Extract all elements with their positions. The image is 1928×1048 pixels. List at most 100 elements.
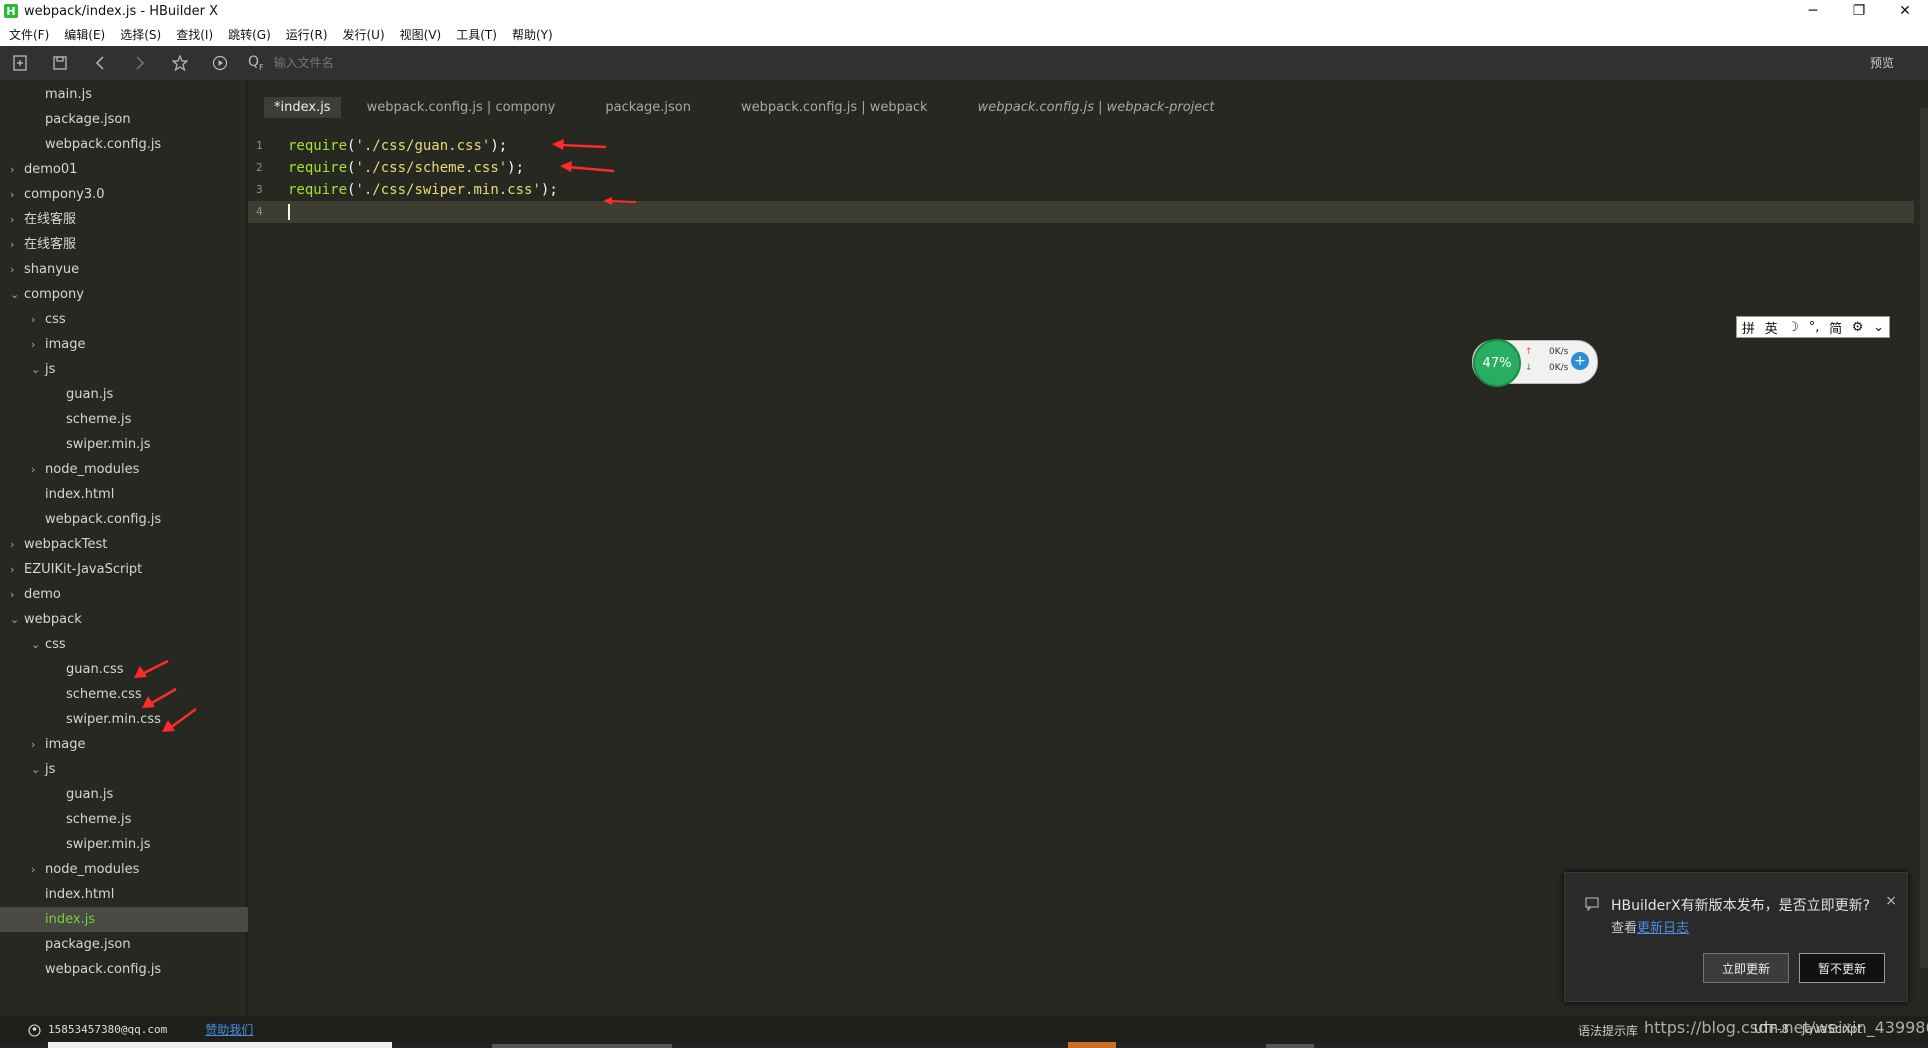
file-search-input[interactable] xyxy=(271,54,576,71)
tree-file[interactable]: scheme.js xyxy=(66,407,131,432)
chevron-down-icon[interactable]: ⌄ xyxy=(31,632,45,657)
tab-index-js[interactable]: *index.js xyxy=(264,96,341,118)
syntax-hint-library[interactable]: 语法提示库 xyxy=(1578,1022,1638,1039)
tree-folder[interactable]: › EZUIKit-JavaScript xyxy=(10,557,142,582)
ime-pinyin-icon[interactable]: 拼 xyxy=(1742,318,1755,337)
close-icon[interactable]: ✕ xyxy=(1882,0,1928,22)
tree-folder[interactable]: › compony3.0 xyxy=(10,182,105,207)
ime-more-icon[interactable]: ⌄ xyxy=(1873,320,1884,335)
star-icon[interactable] xyxy=(160,46,200,80)
menu-run[interactable]: 运行(R) xyxy=(286,26,328,43)
menu-tools[interactable]: 工具(T) xyxy=(456,26,497,43)
code-line-current[interactable]: 4 xyxy=(248,201,1914,223)
tree-file[interactable]: guan.js xyxy=(66,782,113,807)
tree-folder[interactable]: ⌄ webpack xyxy=(10,607,82,632)
tree-file[interactable]: webpack.config.js xyxy=(45,957,161,982)
chevron-right-icon[interactable]: › xyxy=(31,732,45,757)
tree-file[interactable]: main.js xyxy=(45,82,92,107)
chevron-down-icon[interactable]: ⌄ xyxy=(10,607,24,632)
tree-folder[interactable]: › demo01 xyxy=(10,157,77,182)
tree-folder[interactable]: › shanyue xyxy=(10,257,79,282)
close-icon[interactable]: × xyxy=(1885,893,1897,909)
chevron-right-icon[interactable]: › xyxy=(10,232,24,257)
menu-publish[interactable]: 发行(U) xyxy=(343,26,385,43)
tree-file[interactable]: swiper.min.js xyxy=(66,832,151,857)
chevron-right-icon[interactable]: › xyxy=(10,532,24,557)
tree-folder[interactable]: › 在线客服 xyxy=(10,232,76,257)
tree-folder[interactable]: › node_modules xyxy=(31,857,139,882)
tree-file[interactable]: scheme.js xyxy=(66,807,131,832)
tab-webpack-config-compony[interactable]: webpack.config.js | compony xyxy=(367,100,556,115)
code-line[interactable]: 1 require('./css/guan.css'); xyxy=(248,135,1914,157)
tab-webpack-config-webpack[interactable]: webpack.config.js | webpack xyxy=(741,100,928,115)
tab-webpack-config-webpack-project[interactable]: webpack.config.js | webpack-project xyxy=(978,100,1215,115)
code-line[interactable]: 2 require('./css/scheme.css'); xyxy=(248,157,1914,179)
tab-package-json[interactable]: package.json xyxy=(605,100,691,115)
tree-folder[interactable]: › image xyxy=(31,732,86,757)
tree-file[interactable]: swiper.min.js xyxy=(66,432,151,457)
restore-icon[interactable]: ❐ xyxy=(1836,0,1882,22)
chevron-right-icon[interactable]: › xyxy=(10,257,24,282)
tree-folder[interactable]: ⌄ compony xyxy=(10,282,84,307)
chevron-down-icon[interactable]: ⌄ xyxy=(31,757,45,782)
tree-file[interactable]: package.json xyxy=(45,107,131,132)
menu-find[interactable]: 查找(I) xyxy=(176,26,213,43)
menu-view[interactable]: 视图(V) xyxy=(400,26,442,43)
ime-simplified-toggle[interactable]: 简 xyxy=(1829,318,1842,337)
chevron-down-icon[interactable]: ⌄ xyxy=(31,357,45,382)
update-later-button[interactable]: 暂不更新 xyxy=(1799,953,1885,983)
chevron-right-icon[interactable]: › xyxy=(10,207,24,232)
menu-help[interactable]: 帮助(Y) xyxy=(512,26,553,43)
chevron-right-icon[interactable]: › xyxy=(31,307,45,332)
tree-folder[interactable]: › 在线客服 xyxy=(10,207,76,232)
chevron-right-icon[interactable]: › xyxy=(31,332,45,357)
chevron-right-icon[interactable]: › xyxy=(10,557,24,582)
network-speed-widget[interactable]: 47% ↑ ↓ 0K/s 0K/s + xyxy=(1472,339,1598,387)
donate-link[interactable]: 赞助我们 xyxy=(205,1021,253,1038)
tree-folder[interactable]: ⌄ css xyxy=(31,632,66,657)
code-line[interactable]: 3 require('./css/swiper.min.css'); xyxy=(248,179,1914,201)
tree-folder[interactable]: › node_modules xyxy=(31,457,139,482)
chevron-right-icon[interactable]: › xyxy=(10,157,24,182)
run-icon[interactable] xyxy=(200,46,240,80)
chevron-right-icon[interactable]: › xyxy=(10,182,24,207)
tree-file[interactable]: index.html xyxy=(45,482,114,507)
tree-folder[interactable]: ⌄ js xyxy=(31,357,55,382)
save-icon[interactable] xyxy=(40,46,80,80)
chevron-right-icon[interactable]: › xyxy=(31,457,45,482)
tree-file[interactable]: guan.js xyxy=(66,382,113,407)
update-now-button[interactable]: 立即更新 xyxy=(1703,953,1789,983)
ime-gear-icon[interactable]: ⚙ xyxy=(1852,320,1864,335)
editor-scrollbar[interactable] xyxy=(1920,108,1928,968)
menu-select[interactable]: 选择(S) xyxy=(120,26,161,43)
chevron-right-icon[interactable]: › xyxy=(10,582,24,607)
chevron-right-icon[interactable]: › xyxy=(31,857,45,882)
tree-folder[interactable]: ⌄ js xyxy=(31,757,55,782)
back-icon[interactable] xyxy=(80,46,120,80)
tree-file[interactable]: scheme.css xyxy=(66,682,142,707)
chevron-down-icon[interactable]: ⌄ xyxy=(10,282,24,307)
menu-goto[interactable]: 跳转(G) xyxy=(228,26,271,43)
tree-file[interactable]: index.html xyxy=(45,882,114,907)
minimize-icon[interactable]: ─ xyxy=(1790,0,1836,22)
tree-folder[interactable]: › image xyxy=(31,332,86,357)
tree-file[interactable]: package.json xyxy=(45,932,131,957)
ime-moon-icon[interactable]: ☽ xyxy=(1787,320,1799,335)
menu-file[interactable]: 文件(F) xyxy=(9,26,49,43)
preview-button[interactable]: 预览 xyxy=(1870,54,1894,71)
accelerate-plus-icon[interactable]: + xyxy=(1571,352,1589,370)
tree-folder[interactable]: › webpackTest xyxy=(10,532,107,557)
tree-file[interactable]: guan.css xyxy=(66,657,124,682)
tree-file[interactable]: webpack.config.js xyxy=(45,507,161,532)
ime-english-toggle[interactable]: 英 xyxy=(1765,318,1778,337)
user-account[interactable]: 15853457380@qq.com xyxy=(48,1023,167,1036)
tree-file[interactable]: index.js xyxy=(0,907,285,932)
tree-folder[interactable]: › demo xyxy=(10,582,61,607)
new-file-icon[interactable] xyxy=(0,46,40,80)
tree-file[interactable]: webpack.config.js xyxy=(45,132,161,157)
forward-icon[interactable] xyxy=(120,46,160,80)
changelog-link[interactable]: 更新日志 xyxy=(1637,921,1689,936)
tree-folder[interactable]: › css xyxy=(31,307,66,332)
menu-edit[interactable]: 编辑(E) xyxy=(64,26,105,43)
ime-punctuation-icon[interactable]: °, xyxy=(1809,320,1820,335)
